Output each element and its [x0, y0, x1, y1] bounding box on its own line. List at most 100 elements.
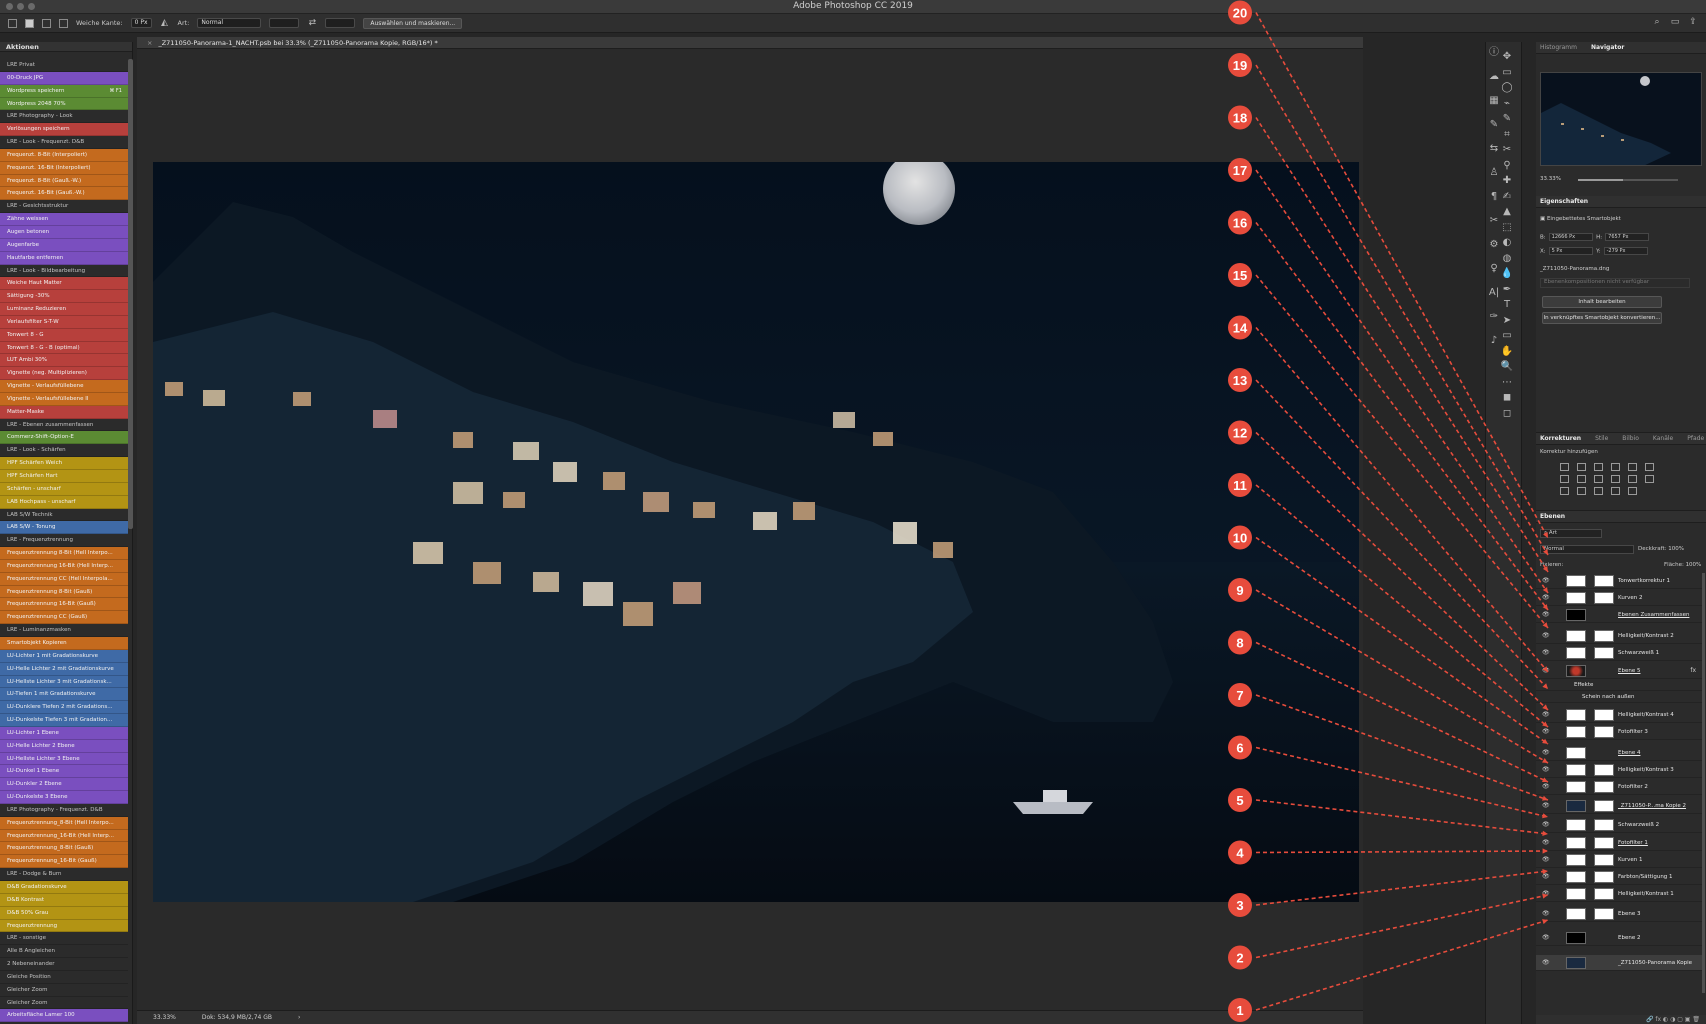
visibility-eye-icon[interactable]: 👁 [1542, 856, 1550, 864]
action-item[interactable]: Tonwert 8 - G [0, 328, 128, 342]
action-item[interactable]: 00-Druck JPG [0, 71, 128, 85]
navigator-zoom-slider[interactable] [1578, 179, 1678, 181]
layer-row[interactable]: 👁 Fotofilter 1 [1536, 835, 1702, 851]
action-item[interactable]: LRE - Ebenen zusammenfassen [0, 418, 128, 432]
action-item[interactable]: Frequenztrennung_16-Bit (Hell Interp... [0, 829, 128, 843]
action-item[interactable]: HPF Schärfen Hart [0, 470, 128, 483]
layer-thumbnail[interactable] [1566, 609, 1586, 621]
panel-shortcut-icon[interactable]: ♙ [1487, 166, 1501, 180]
visibility-eye-icon[interactable]: 👁 [1542, 611, 1550, 619]
visibility-eye-icon[interactable]: 👁 [1542, 667, 1550, 675]
action-item[interactable]: Hautfarbe entfernen [0, 251, 128, 265]
layer-thumbnail[interactable] [1566, 665, 1586, 677]
action-item[interactable]: HPF Schärfen Weich [0, 457, 128, 470]
action-item[interactable]: LU-Helle Lichter 2 Ebene [0, 739, 128, 753]
layer-mask-thumbnail[interactable] [1594, 837, 1614, 849]
panel-shortcut-icon[interactable]: ✑ [1487, 310, 1501, 324]
action-item[interactable]: Augen betonen [0, 225, 128, 239]
action-item[interactable]: Frequenzt. 8-Bit (Interpoliert) [0, 148, 128, 162]
action-item[interactable]: Frequenzt. 16-Bit (Interpoliert) [0, 161, 128, 175]
visibility-eye-icon[interactable]: 👁 [1542, 839, 1550, 847]
layer-mask-thumbnail[interactable] [1594, 726, 1614, 738]
status-arrow-icon[interactable]: › [298, 1011, 300, 1024]
channel-mixer-icon[interactable] [1628, 475, 1637, 483]
layer-mask-thumbnail[interactable] [1594, 871, 1614, 883]
layer-thumbnail[interactable] [1566, 888, 1586, 900]
layer-row[interactable]: 👁 Helligkeit/Kontrast 2 [1536, 628, 1702, 644]
intersect-selection-icon[interactable] [59, 18, 68, 28]
layer-mask-thumbnail[interactable] [1594, 647, 1614, 659]
visibility-eye-icon[interactable]: 👁 [1542, 594, 1550, 602]
color-lookup-icon[interactable] [1645, 475, 1654, 483]
layer-row[interactable]: 👁 Farbton/Sättigung 1 [1536, 869, 1702, 885]
invert-icon[interactable] [1560, 487, 1569, 495]
layer-row[interactable]: 👁 Ebenen Zusammenfassen [1536, 607, 1702, 623]
action-item[interactable]: LRE Privat [0, 59, 128, 72]
action-item[interactable]: Vignette - Verlaufsfüllebene II [0, 392, 128, 406]
layer-row[interactable]: 👁 Helligkeit/Kontrast 3 [1536, 762, 1702, 778]
layer-mask-thumbnail[interactable] [1594, 764, 1614, 776]
action-item[interactable]: Frequenztrennung [0, 919, 128, 933]
action-item[interactable]: Frequenztrennung CC (Gauß) [0, 611, 128, 625]
layer-row[interactable]: 👁 Tonwertkorrektur 1 [1536, 573, 1702, 589]
panel-shortcut-icon[interactable]: A| [1487, 286, 1501, 300]
layer-thumbnail[interactable] [1566, 908, 1586, 920]
action-item[interactable]: LU-Dunkelste Tiefen 3 mit Gradation... [0, 714, 128, 727]
layer-thumbnail[interactable] [1566, 630, 1586, 642]
action-item[interactable]: Wordpress speichern ⌘ F1 [0, 84, 128, 98]
add-selection-icon[interactable] [42, 18, 51, 28]
action-item[interactable]: D&B 50% Grau [0, 906, 128, 920]
navigator-preview[interactable] [1540, 72, 1702, 166]
action-item[interactable]: Schärfen - unscharf [0, 482, 128, 496]
layer-thumbnail[interactable] [1566, 837, 1586, 849]
action-item[interactable]: LU-Lichter 1 mit Gradationskurve [0, 649, 128, 663]
soft-edge-input[interactable]: 0 Px [130, 18, 152, 28]
action-item[interactable]: LU-Dunklere Tiefen 2 mit Gradations... [0, 701, 128, 715]
panel-shortcut-icon[interactable]: ▦ [1487, 94, 1501, 108]
visibility-eye-icon[interactable]: 👁 [1542, 632, 1550, 640]
action-item[interactable]: Augenfarbe [0, 238, 128, 252]
status-zoom[interactable]: 33.33% [153, 1011, 176, 1024]
fill-control[interactable]: Fläche: 100% [1664, 562, 1701, 568]
selective-color-icon[interactable] [1628, 487, 1637, 495]
layer-row[interactable]: 👁 Fotofilter 3 [1536, 724, 1702, 740]
action-item[interactable]: Smartobjekt Kopieren [0, 636, 128, 650]
action-item[interactable]: 2 Nebeneinander [0, 958, 128, 971]
action-item[interactable]: Frequenztrennung_8-Bit (Gauß) [0, 842, 128, 856]
action-item[interactable]: Frequenztrennung 8-Bit (Hell Interpo... [0, 547, 128, 560]
layer-row[interactable]: 👁 Ebene 5 fx [1536, 663, 1702, 679]
panel-shortcut-icon[interactable]: ⓘ [1487, 46, 1501, 60]
action-item[interactable]: Vignette - Verlaufsfüllebene [0, 380, 128, 393]
action-item[interactable]: Sättigung -30% [0, 290, 128, 304]
layers-scrollbar[interactable] [1702, 573, 1705, 993]
visibility-eye-icon[interactable]: 👁 [1542, 959, 1550, 967]
vibrance-icon[interactable] [1628, 463, 1637, 471]
antialias-icon[interactable]: ◭ [160, 18, 170, 28]
actions-scrollbar[interactable] [128, 59, 133, 529]
layer-thumbnail[interactable] [1566, 781, 1586, 793]
height-field[interactable]: 7657 Px [1605, 233, 1650, 241]
tab-navigator[interactable]: Navigator [1591, 42, 1624, 53]
panel-shortcut-icon[interactable]: ♀ [1487, 262, 1501, 276]
layer-mask-thumbnail[interactable] [1594, 592, 1614, 604]
panel-shortcut-icon[interactable]: ⚙ [1487, 238, 1501, 252]
visibility-eye-icon[interactable]: 👁 [1542, 766, 1550, 774]
action-item[interactable]: Verlösungen speichern [0, 123, 128, 137]
action-item[interactable]: LU-Dunkler 2 Ebene [0, 778, 128, 792]
action-item[interactable]: D&B Kontrast [0, 893, 128, 907]
color-balance-icon[interactable] [1577, 475, 1586, 483]
layer-row[interactable]: 👁 Fotofilter 2 [1536, 779, 1702, 795]
panel-shortcut-icon[interactable]: ⇆ [1487, 142, 1501, 156]
action-item[interactable]: Weiche Haut Matter [0, 277, 128, 291]
layer-row[interactable]: Effekte [1536, 679, 1702, 691]
visibility-eye-icon[interactable]: 👁 [1542, 821, 1550, 829]
action-item[interactable]: Frequenzt. 8-Bit (Gauß.-W.) [0, 174, 128, 188]
threshold-icon[interactable] [1594, 487, 1603, 495]
night-panorama-image[interactable] [153, 162, 1359, 902]
layer-thumbnail[interactable] [1566, 800, 1586, 812]
layer-thumbnail[interactable] [1566, 764, 1586, 776]
tab-histogram[interactable]: Histogramm [1540, 42, 1577, 53]
layer-thumbnail[interactable] [1566, 747, 1586, 759]
action-item[interactable]: Frequenztrennung 16-Bit (Hell Interp... [0, 559, 128, 573]
x-field[interactable]: 5 Px [1548, 247, 1593, 255]
